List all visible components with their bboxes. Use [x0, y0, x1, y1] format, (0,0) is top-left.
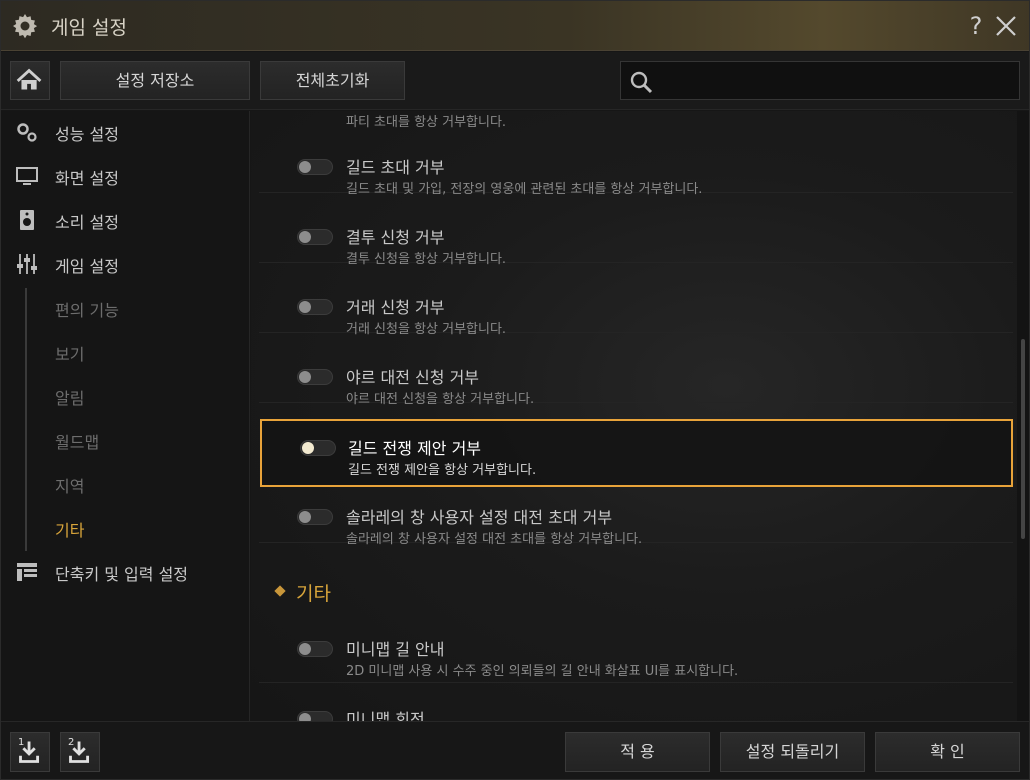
scrollbar-thumb[interactable]: [1021, 339, 1025, 539]
option-title: 미니맵 회전: [346, 710, 425, 721]
option-title: 솔라레의 창 사용자 설정 대전 초대 거부: [346, 508, 613, 527]
option-title: 미니맵 길 안내: [346, 640, 445, 659]
search-icon: [630, 71, 653, 94]
gears-icon: [17, 123, 37, 142]
option-description: 솔라레의 창 사용자 설정 대전 초대를 항상 거부합니다.: [346, 532, 643, 547]
toolbar: 설정 저장소 전체초기화: [1, 52, 1029, 110]
window-title: 게임 설정: [51, 17, 127, 39]
option-row: 야르 대전 신청 거부 야르 대전 신청을 항상 거부합니다.: [259, 335, 1013, 407]
sidebar-item-shortcuts[interactable]: 단축키 및 입력 설정: [1, 552, 249, 592]
sidebar-subitem-convenience[interactable]: 편의 기능: [55, 297, 119, 321]
toggle-switch[interactable]: [297, 299, 333, 315]
game-settings-window: 게임 설정 ? 설정 저장소 전체초기화 성능 설정 화면 설정 소리 설정 게…: [0, 0, 1030, 780]
option-row: 솔라레의 창 사용자 설정 대전 초대 거부 솔라레의 창 사용자 설정 대전 …: [259, 475, 1013, 547]
sidebar-item-label: 게임 설정: [55, 257, 119, 276]
monitor-icon: [16, 167, 38, 185]
settings-storage-button[interactable]: 설정 저장소: [60, 61, 250, 100]
reset-all-button[interactable]: 전체초기화: [260, 61, 405, 100]
home-icon: [16, 68, 42, 90]
toggle-switch[interactable]: [300, 440, 336, 456]
sidebar-item-display[interactable]: 화면 설정: [1, 156, 249, 196]
toggle-switch[interactable]: [297, 369, 333, 385]
sidebar-item-label: 성능 설정: [55, 125, 119, 144]
download-icon: [69, 741, 90, 763]
title-bar: 게임 설정 ?: [1, 1, 1029, 51]
layout-icon: [17, 563, 37, 581]
toggle-switch[interactable]: [297, 229, 333, 245]
confirm-button[interactable]: 확 인: [875, 732, 1020, 772]
option-title: 길드 초대 거부: [346, 158, 445, 177]
toggle-switch[interactable]: [297, 641, 333, 657]
sliders-icon: [17, 254, 37, 274]
search-input[interactable]: [620, 61, 1020, 100]
sidebar-item-performance[interactable]: 성능 설정: [1, 112, 249, 152]
sidebar-subitem-view[interactable]: 보기: [55, 341, 84, 365]
scrollbar[interactable]: [1017, 111, 1029, 721]
sidebar-item-label: 단축키 및 입력 설정: [55, 565, 189, 584]
option-title: 야르 대전 신청 거부: [346, 368, 480, 387]
slot-number: 1: [18, 737, 25, 748]
sidebar-subitem-worldmap[interactable]: 월드맵: [55, 429, 99, 453]
toggle-switch[interactable]: [297, 711, 333, 721]
diamond-icon: [274, 585, 286, 597]
settings-sidebar: 성능 설정 화면 설정 소리 설정 게임 설정 편의 기능 보기 알림 월드맵 …: [1, 111, 250, 721]
save-slot-1-button[interactable]: 1: [10, 732, 50, 772]
sidebar-subitem-notification[interactable]: 알림: [55, 385, 84, 409]
sidebar-item-label: 소리 설정: [55, 213, 119, 232]
toggle-knob: [299, 371, 311, 383]
gear-icon: [13, 14, 38, 39]
section-title: 기타: [296, 583, 331, 605]
toggle-knob: [299, 511, 311, 523]
save-slot-2-button[interactable]: 2: [60, 732, 100, 772]
toggle-knob: [299, 231, 311, 243]
sidebar-item-label: 화면 설정: [55, 169, 119, 188]
sidebar-item-sound[interactable]: 소리 설정: [1, 200, 249, 240]
settings-content: 파티 초대를 항상 거부합니다. 길드 초대 거부 길드 초대 및 가입, 전장…: [251, 111, 1017, 721]
option-description: 야르 대전 신청을 항상 거부합니다.: [346, 392, 535, 407]
speaker-icon: [20, 210, 34, 230]
option-row: 결투 신청 거부 결투 신청을 항상 거부합니다.: [259, 195, 1013, 267]
apply-button[interactable]: 적 용: [565, 732, 710, 772]
download-icon: [19, 741, 40, 763]
toggle-knob: [302, 442, 314, 454]
tree-line: [25, 288, 27, 551]
option-row: 길드 초대 거부 길드 초대 및 가입, 전장의 영웅에 관련된 초대를 항상 …: [259, 125, 1013, 197]
close-icon[interactable]: [992, 11, 1020, 41]
option-row: 미니맵 길 안내 2D 미니맵 사용 시 수주 중인 의뢰들의 길 안내 화살표…: [259, 615, 1013, 683]
footer-bar: 1 2 적 용 설정 되돌리기 확 인: [1, 721, 1029, 779]
option-title: 길드 전쟁 제안 거부: [348, 439, 482, 458]
sidebar-subitem-etc[interactable]: 기타: [55, 517, 84, 541]
sidebar-subitem-region[interactable]: 지역: [55, 473, 84, 497]
option-row: 미니맵 회전: [259, 685, 1013, 721]
slot-number: 2: [68, 737, 75, 748]
revert-settings-button[interactable]: 설정 되돌리기: [720, 732, 865, 772]
help-button[interactable]: ?: [965, 11, 987, 41]
toggle-switch[interactable]: [297, 509, 333, 525]
option-title: 결투 신청 거부: [346, 228, 445, 247]
option-title: 거래 신청 거부: [346, 298, 445, 317]
option-row: 거래 신청 거부 거래 신청을 항상 거부합니다.: [259, 265, 1013, 337]
toggle-knob: [299, 161, 311, 173]
sidebar-item-game[interactable]: 게임 설정: [1, 244, 249, 284]
toggle-switch[interactable]: [297, 159, 333, 175]
toggle-knob: [299, 301, 311, 313]
home-button[interactable]: [10, 61, 50, 100]
toggle-knob: [299, 643, 311, 655]
option-description: 2D 미니맵 사용 시 수주 중인 의뢰들의 길 안내 화살표 UI를 표시합니…: [346, 664, 739, 679]
toggle-knob: [299, 713, 311, 721]
